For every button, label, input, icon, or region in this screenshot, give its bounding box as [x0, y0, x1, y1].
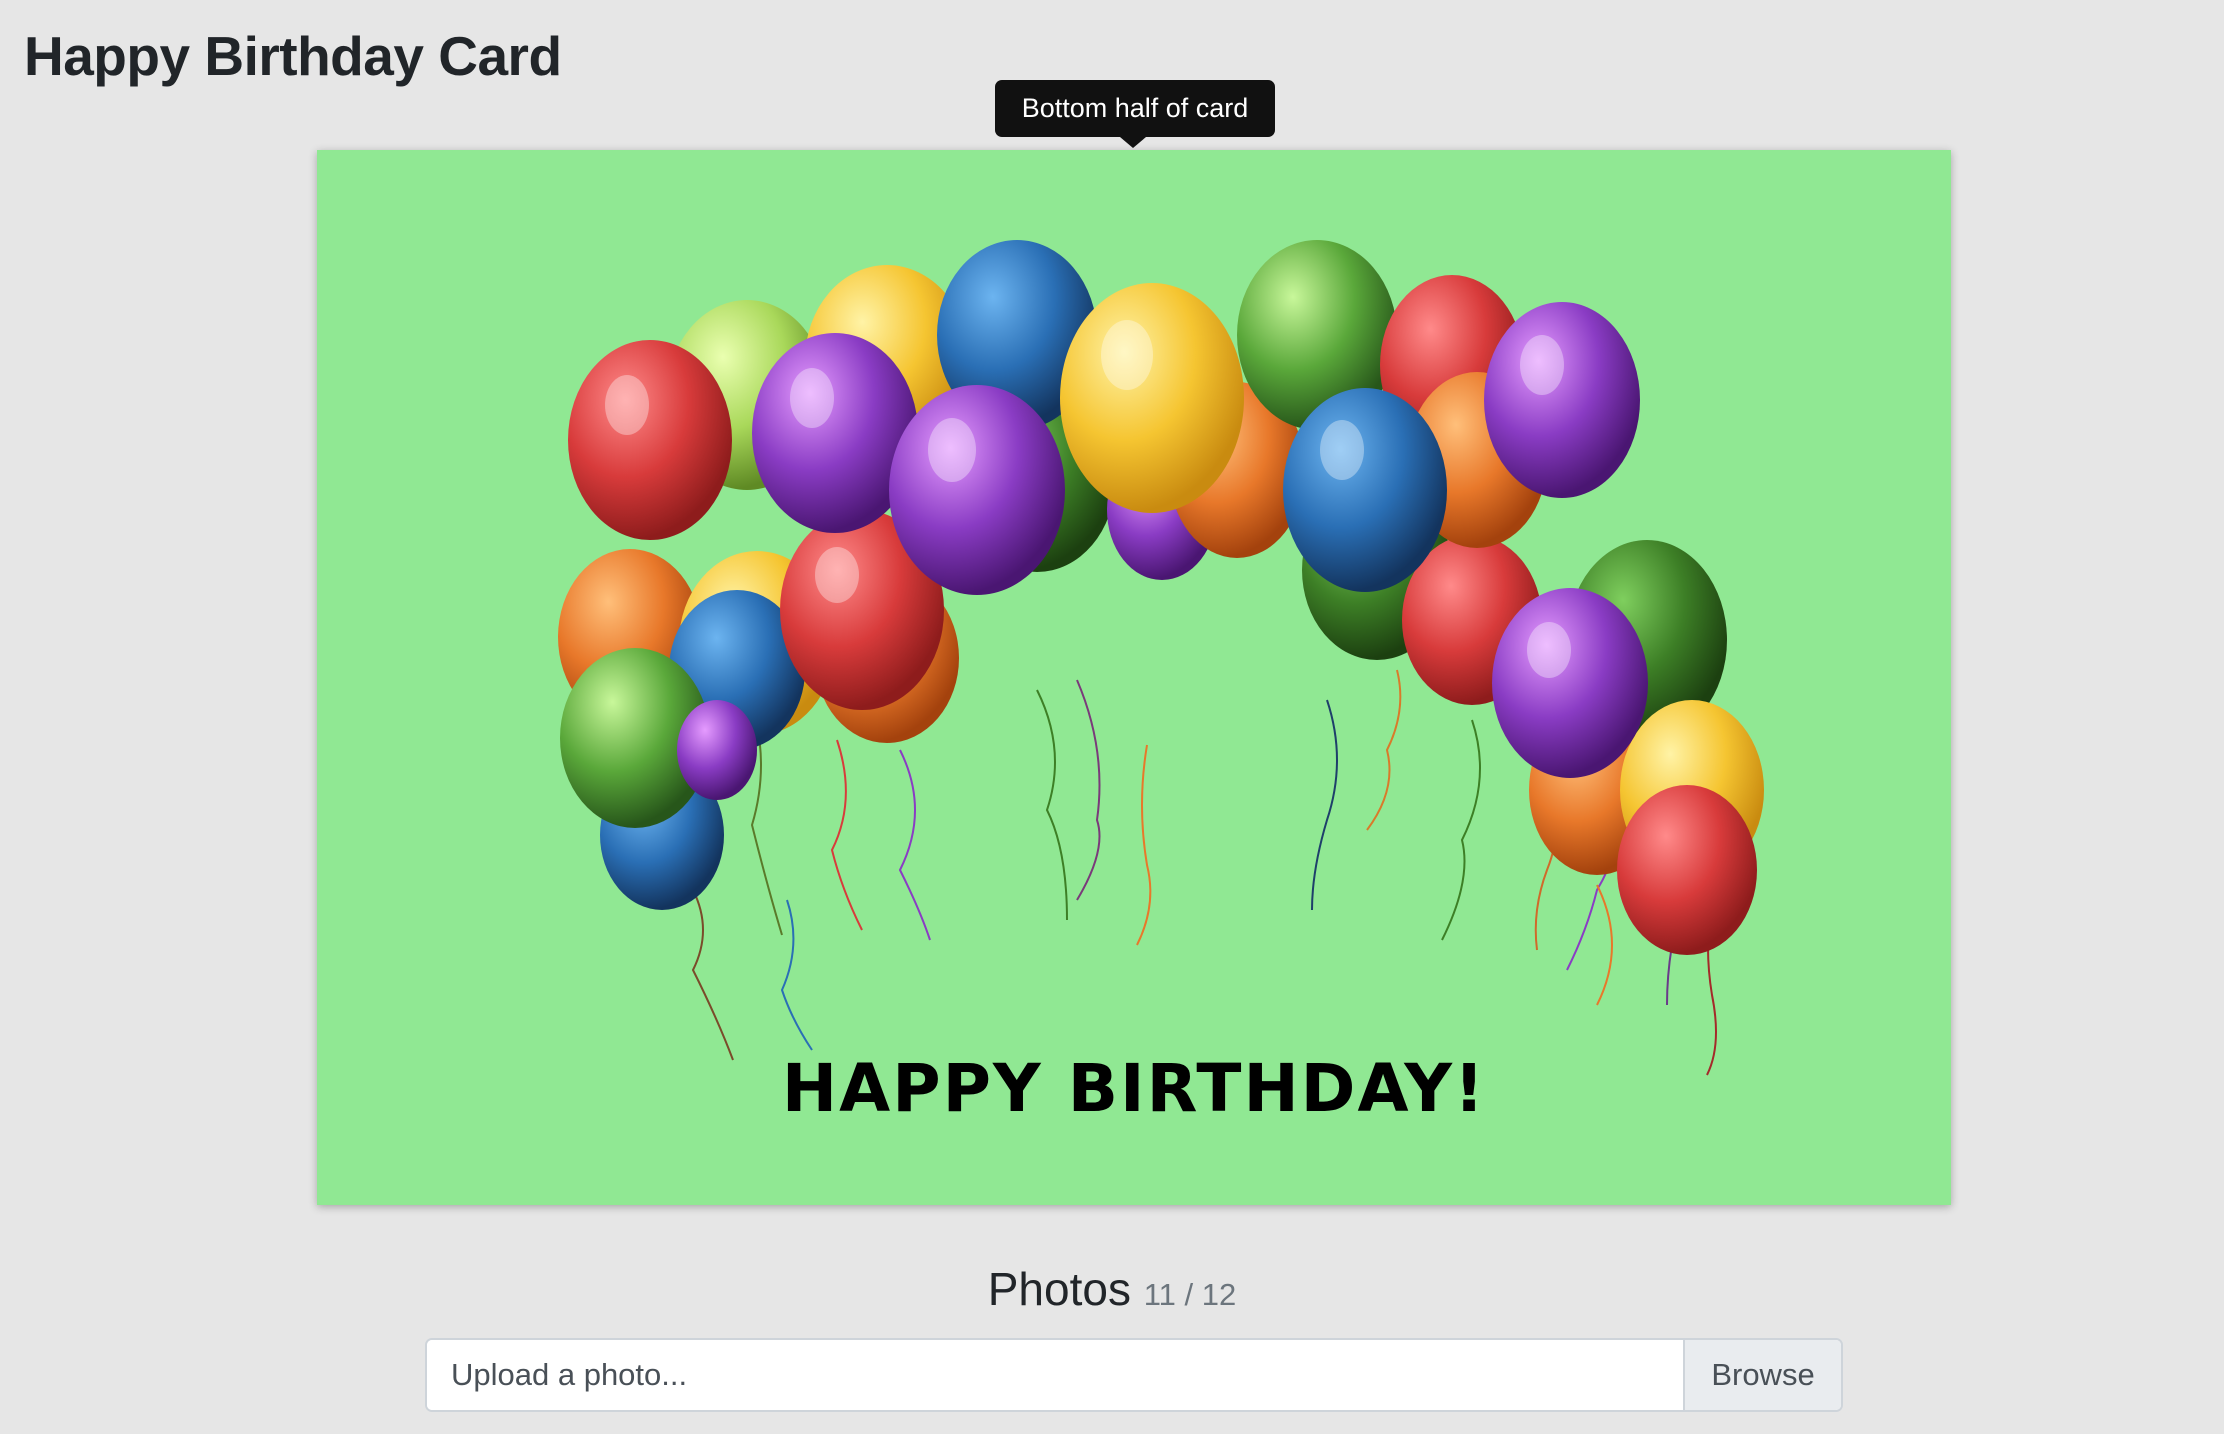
- page-title: Happy Birthday Card: [24, 25, 562, 87]
- photos-heading: Photos 11 / 12: [0, 1262, 2224, 1316]
- photo-upload-group: Browse: [425, 1338, 1843, 1412]
- balloons-icon: [558, 240, 1764, 1076]
- tooltip: Bottom half of card: [995, 80, 1275, 137]
- photos-heading-label: Photos: [987, 1263, 1131, 1315]
- tooltip-arrow: [1120, 137, 1146, 148]
- upload-photo-input[interactable]: [427, 1340, 1683, 1410]
- card-greeting: HAPPY BIRTHDAY!: [781, 1050, 1487, 1127]
- browse-button[interactable]: Browse: [1683, 1340, 1841, 1410]
- photos-count: 11 / 12: [1143, 1277, 1237, 1312]
- birthday-card[interactable]: HAPPY BIRTHDAY!: [317, 150, 1951, 1205]
